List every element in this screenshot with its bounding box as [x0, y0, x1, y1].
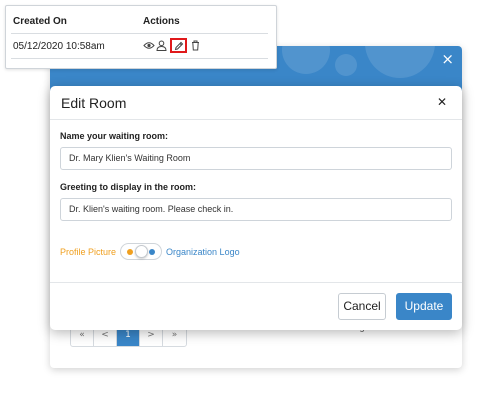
greeting-label: Greeting to display in the room: [60, 182, 197, 192]
background-modal-close-button[interactable]: × [441, 50, 454, 68]
toggle-right-dot [149, 249, 156, 255]
column-header-actions: Actions [143, 16, 180, 27]
trash-icon[interactable] [189, 40, 202, 52]
pencil-icon[interactable] [170, 38, 187, 53]
row-divider [11, 58, 268, 59]
rooms-table: Created On Actions 05/12/2020 10:58am [5, 5, 277, 69]
edit-room-modal: Edit Room ✕ Name your waiting room: Dr. … [50, 86, 462, 330]
image-source-toggle-row: Profile Picture Organization Logo [60, 243, 240, 260]
room-name-label: Name your waiting room: [60, 131, 169, 141]
organization-logo-label[interactable]: Organization Logo [166, 247, 240, 257]
user-icon[interactable] [155, 40, 168, 52]
modal-header-divider [50, 119, 462, 120]
greeting-field[interactable]: Dr. Klien's waiting room. Please check i… [60, 198, 452, 221]
modal-footer-divider [50, 282, 462, 283]
cancel-button[interactable]: Cancel [338, 293, 386, 320]
screenshot-stage: × « < 1 > » Showing 1 to 1 of 1 entries … [0, 0, 480, 393]
modal-title: Edit Room [61, 95, 127, 111]
eye-icon[interactable] [142, 40, 155, 52]
header-divider [11, 33, 268, 34]
row-actions [142, 38, 202, 53]
profile-picture-label[interactable]: Profile Picture [60, 247, 116, 257]
close-button[interactable]: ✕ [433, 93, 451, 111]
created-on-cell: 05/12/2020 10:58am [13, 41, 105, 52]
update-button[interactable]: Update [396, 293, 452, 320]
room-name-field[interactable]: Dr. Mary Klien's Waiting Room [60, 147, 452, 170]
column-header-created-on: Created On [13, 16, 67, 27]
image-source-toggle[interactable] [120, 243, 163, 260]
toggle-left-dot [127, 249, 134, 255]
toggle-knob[interactable] [135, 245, 149, 258]
